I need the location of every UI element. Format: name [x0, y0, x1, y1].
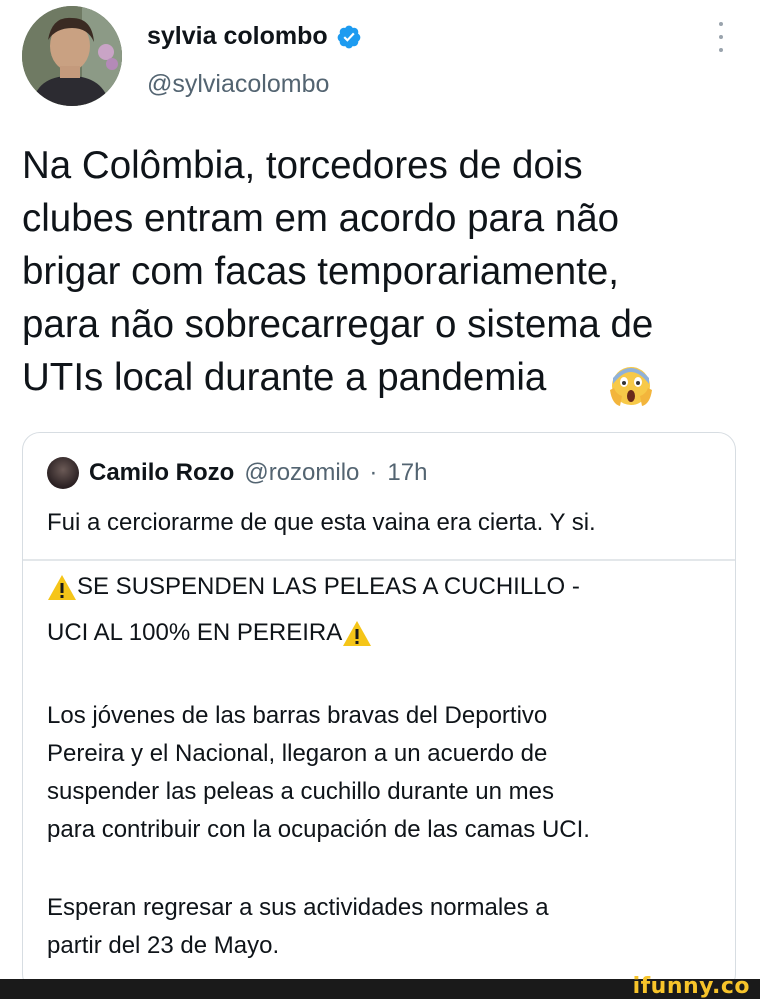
headline-1: SE SUSPENDEN LAS PELEAS A CUCHILLO -	[77, 573, 580, 600]
separator-dot: ·	[369, 459, 378, 486]
headline-2: UCI AL 100% EN PEREIRA	[47, 619, 343, 646]
quoted-display-name[interactable]: Camilo Rozo	[89, 459, 234, 487]
headline-line-2: UCI AL 100% EN PEREIRA	[47, 619, 372, 647]
author-name-row: sylvia colombo	[147, 22, 362, 51]
avatar-photo	[22, 6, 122, 106]
screaming-face-emoji-icon	[610, 367, 652, 406]
paragraph-1: Los jóvenes de las barras bravas del Dep…	[47, 702, 590, 843]
dot	[719, 22, 723, 26]
dot	[719, 48, 723, 52]
dot	[719, 35, 723, 39]
quoted-tweet[interactable]: Camilo Rozo @rozomilo · 17h Fui a cercio…	[22, 432, 736, 992]
handle[interactable]: @sylviacolombo	[147, 70, 329, 99]
verified-badge-icon	[337, 25, 360, 48]
avatar[interactable]	[22, 6, 122, 106]
divider	[23, 559, 735, 561]
ifunny-watermark: ifunny.co	[632, 974, 750, 999]
footer-bar: ifunny.co	[0, 974, 760, 999]
tweet: sylvia colombo @sylviacolombo Na Colômbi…	[0, 0, 760, 992]
quoted-handle[interactable]: @rozomilo	[244, 459, 359, 487]
quoted-timestamp[interactable]: 17h	[387, 459, 427, 487]
warning-icon	[48, 574, 76, 600]
more-options-icon[interactable]	[714, 22, 728, 52]
paragraph-2: Esperan regresar a sus actividades norma…	[47, 894, 549, 959]
quoted-tweet-text: Fui a cerciorarme de que esta vaina era …	[47, 509, 596, 536]
warning-icon	[343, 620, 372, 646]
quoted-tweet-header: Camilo Rozo @rozomilo · 17h	[47, 457, 427, 489]
quoted-avatar[interactable]	[47, 457, 79, 489]
display-name[interactable]: sylvia colombo	[147, 22, 328, 51]
headline-line-1: SE SUSPENDEN LAS PELEAS A CUCHILLO -	[47, 573, 580, 601]
